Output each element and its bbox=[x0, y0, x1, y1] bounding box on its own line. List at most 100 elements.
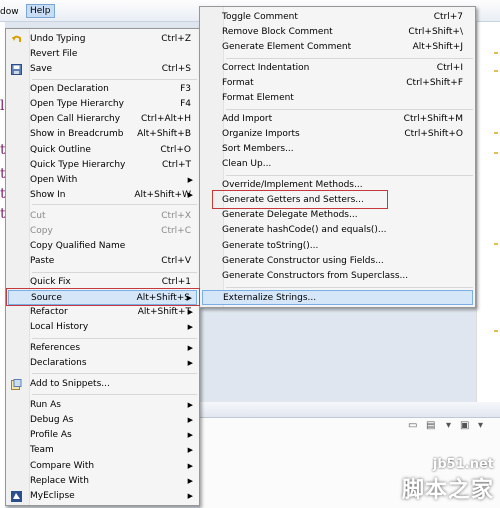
menu-item-shortcut: Ctrl+V bbox=[161, 256, 191, 266]
source-item-generate-element-comment[interactable]: Generate Element Comment Alt+Shift+J bbox=[202, 40, 473, 55]
menu-item-label: Quick Type Hierarchy bbox=[30, 160, 126, 170]
source-item-remove-block-comment[interactable]: Remove Block Comment Ctrl+Shift+\ bbox=[202, 25, 473, 40]
context-menu-item-debug-as[interactable]: Debug As ▶ bbox=[8, 413, 197, 428]
submenu-arrow-icon: ▶ bbox=[187, 416, 193, 424]
source-item-generate-constructors-from-superclass[interactable]: Generate Constructors from Superclass... bbox=[202, 269, 473, 284]
menu-item-shortcut: Ctrl+I bbox=[436, 63, 463, 73]
context-menu-item-myeclipse[interactable]: MyEclipse ▶ bbox=[8, 489, 197, 504]
menu-window[interactable]: dow bbox=[0, 7, 19, 17]
menu-item-shortcut: F4 bbox=[180, 99, 191, 109]
menu-item-shortcut: Alt+Shift+T bbox=[137, 307, 191, 317]
context-menu-item-declarations[interactable]: Declarations ▶ bbox=[8, 356, 197, 371]
menu-item-label: Open Declaration bbox=[30, 84, 109, 94]
source-item-format-element[interactable]: Format Element bbox=[202, 91, 473, 106]
submenu-arrow-icon: ▶ bbox=[187, 401, 193, 409]
menu-item-label: Remove Block Comment bbox=[222, 27, 333, 37]
myeclipse-icon bbox=[11, 491, 22, 502]
context-menu-item-show-in[interactable]: Show In Alt+Shift+W ▶ bbox=[8, 188, 197, 203]
source-item-clean-up[interactable]: Clean Up... bbox=[202, 157, 473, 172]
panel-toolbar-icon[interactable]: ▤ bbox=[426, 420, 435, 431]
context-menu-item-quick-outline[interactable]: Quick Outline Ctrl+O bbox=[8, 143, 197, 158]
context-menu-item-open-declaration[interactable]: Open Declaration F3 bbox=[8, 82, 197, 97]
menu-item-label: Sort Members... bbox=[222, 144, 294, 154]
submenu-arrow-icon: ▶ bbox=[187, 308, 193, 316]
panel-toolbar-icon[interactable]: ▾ bbox=[478, 420, 483, 431]
menu-separator bbox=[226, 175, 473, 176]
menu-item-label: Organize Imports bbox=[222, 129, 300, 139]
context-menu-item-show-in-breadcrumb[interactable]: Show in Breadcrumb Alt+Shift+B bbox=[8, 127, 197, 142]
submenu-arrow-icon: ▶ bbox=[187, 462, 193, 470]
menu-item-shortcut: Alt+Shift+B bbox=[137, 129, 191, 139]
submenu-arrow-icon: ▶ bbox=[187, 344, 193, 352]
menu-item-label: Generate Delegate Methods... bbox=[222, 210, 358, 220]
editor-text-fragment: l bbox=[0, 98, 5, 114]
menu-item-label: Externalize Strings... bbox=[223, 293, 317, 303]
menu-item-label: Save bbox=[30, 64, 53, 74]
menu-separator bbox=[32, 394, 197, 395]
menu-item-shortcut: Alt+Shift+W bbox=[134, 190, 191, 200]
menu-item-label: MyEclipse bbox=[30, 491, 75, 501]
menu-item-label: Generate hashCode() and equals()... bbox=[222, 225, 387, 235]
menu-item-label: Debug As bbox=[30, 415, 74, 425]
source-item-sort-members[interactable]: Sort Members... bbox=[202, 142, 473, 157]
watermark: jb51.net 脚本之家 bbox=[402, 457, 494, 504]
source-item-generate-hashcode-and-equals[interactable]: Generate hashCode() and equals()... bbox=[202, 223, 473, 238]
source-item-add-import[interactable]: Add Import Ctrl+Shift+M bbox=[202, 112, 473, 127]
menu-item-label: Copy bbox=[30, 226, 53, 236]
source-item-format[interactable]: Format Ctrl+Shift+F bbox=[202, 76, 473, 91]
context-menu-item-add-to-snippets[interactable]: Add to Snippets... bbox=[8, 377, 197, 392]
submenu-arrow-icon: ▶ bbox=[187, 446, 193, 454]
menu-item-label: Format Element bbox=[222, 93, 294, 103]
context-menu-item-open-with[interactable]: Open With ▶ bbox=[8, 173, 197, 188]
panel-toolbar-icon[interactable]: ▣ bbox=[460, 420, 469, 431]
context-menu-item-local-history[interactable]: Local History ▶ bbox=[8, 320, 197, 335]
context-menu-item-open-call-hierarchy[interactable]: Open Call Hierarchy Ctrl+Alt+H bbox=[8, 112, 197, 127]
context-menu-item-revert-file[interactable]: Revert File bbox=[8, 47, 197, 62]
menu-item-label: Generate Constructors from Superclass... bbox=[222, 271, 409, 281]
source-item-generate-delegate-methods[interactable]: Generate Delegate Methods... bbox=[202, 208, 473, 223]
context-menu-item-run-as[interactable]: Run As ▶ bbox=[8, 398, 197, 413]
source-item-correct-indentation[interactable]: Correct Indentation Ctrl+I bbox=[202, 61, 473, 76]
panel-toolbar-icon[interactable]: ▭ bbox=[408, 420, 417, 431]
context-menu-item-paste[interactable]: Paste Ctrl+V bbox=[8, 254, 197, 269]
source-item-organize-imports[interactable]: Organize Imports Ctrl+Shift+O bbox=[202, 127, 473, 142]
submenu-arrow-icon: ▶ bbox=[187, 477, 193, 485]
context-menu-item-replace-with[interactable]: Replace With ▶ bbox=[8, 474, 197, 489]
source-item-externalize-strings[interactable]: Externalize Strings... bbox=[202, 290, 473, 305]
watermark-site: jb51.net bbox=[432, 457, 494, 472]
context-menu-item-undo-typing[interactable]: Undo Typing Ctrl+Z bbox=[8, 32, 197, 47]
context-menu-item-cut[interactable]: Cut Ctrl+X bbox=[8, 209, 197, 224]
source-item-toggle-comment[interactable]: Toggle Comment Ctrl+7 bbox=[202, 10, 473, 25]
menu-item-label: Copy Qualified Name bbox=[30, 241, 126, 251]
menu-help[interactable]: Help bbox=[26, 4, 55, 18]
menu-item-label: Quick Outline bbox=[30, 145, 91, 155]
context-menu-item-save[interactable]: Save Ctrl+S bbox=[8, 62, 197, 77]
menu-item-shortcut: Ctrl+Shift+\ bbox=[408, 27, 463, 37]
menu-item-label: Add Import bbox=[222, 114, 273, 124]
context-menu-item-open-type-hierarchy[interactable]: Open Type Hierarchy F4 bbox=[8, 97, 197, 112]
context-menu-item-refactor[interactable]: Refactor Alt+Shift+T ▶ bbox=[8, 305, 197, 320]
context-menu-item-quick-type-hierarchy[interactable]: Quick Type Hierarchy Ctrl+T bbox=[8, 158, 197, 173]
source-item-generate-constructor-using-fields[interactable]: Generate Constructor using Fields... bbox=[202, 254, 473, 269]
menu-separator bbox=[226, 287, 473, 288]
menu-item-label: Open Type Hierarchy bbox=[30, 99, 124, 109]
context-menu-item-compare-with[interactable]: Compare With ▶ bbox=[8, 459, 197, 474]
context-menu-item-team[interactable]: Team ▶ bbox=[8, 443, 197, 458]
undo-icon bbox=[11, 34, 22, 45]
panel-toolbar-icon[interactable]: ▾ bbox=[446, 420, 451, 431]
menu-item-shortcut: F3 bbox=[180, 84, 191, 94]
menu-item-label: Cut bbox=[30, 211, 46, 221]
menu-item-shortcut: Ctrl+C bbox=[161, 226, 191, 236]
menu-item-label: Declarations bbox=[30, 358, 87, 368]
source-item-generate-tostring[interactable]: Generate toString()... bbox=[202, 239, 473, 254]
context-menu-item-copy-qualified-name[interactable]: Copy Qualified Name bbox=[8, 239, 197, 254]
menu-item-shortcut: Ctrl+X bbox=[161, 211, 191, 221]
context-menu-item-references[interactable]: References ▶ bbox=[8, 341, 197, 356]
menu-separator bbox=[32, 338, 197, 339]
menu-item-label: Add to Snippets... bbox=[30, 379, 110, 389]
menu-item-label: Show in Breadcrumb bbox=[30, 129, 124, 139]
menu-separator bbox=[32, 272, 197, 273]
context-menu-item-copy[interactable]: Copy Ctrl+C bbox=[8, 224, 197, 239]
context-menu-item-profile-as[interactable]: Profile As ▶ bbox=[8, 428, 197, 443]
menu-item-shortcut: Ctrl+S bbox=[161, 64, 191, 74]
